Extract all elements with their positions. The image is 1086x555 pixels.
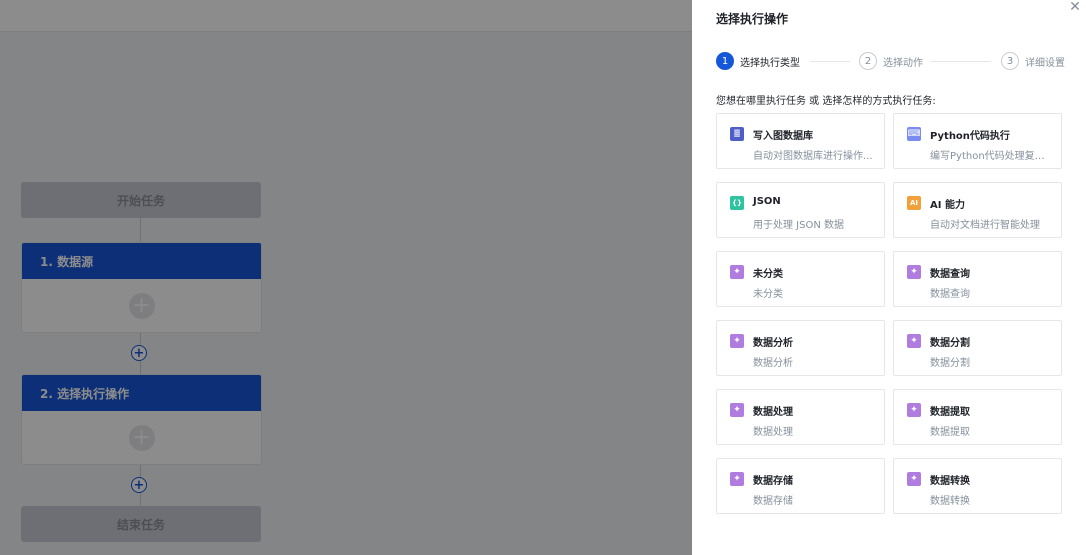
operation-card-title: Python代码执行: [930, 131, 1010, 142]
modal-overlay[interactable]: [0, 0, 692, 555]
operation-card-description: 数据提取: [930, 427, 970, 438]
select-operation-drawer: 选择执行操作 ✕ 1 选择执行类型 2 选择动作 3 详细设置 您想在哪里执行任…: [692, 0, 1086, 555]
step-divider: [810, 61, 850, 62]
step-label: 选择动作: [883, 57, 923, 69]
close-icon[interactable]: ✕: [1068, 0, 1082, 14]
operation-card-description: 数据分析: [753, 358, 793, 369]
operation-card[interactable]: ✦ 未分类 未分类: [716, 251, 885, 307]
operation-card-description: 未分类: [753, 289, 783, 300]
puzzle-icon: ✦: [907, 334, 921, 348]
operation-card-description: 数据存储: [753, 496, 793, 507]
operation-card-title: AI 能力: [930, 200, 965, 211]
step-label: 详细设置: [1025, 57, 1065, 69]
json-icon: {}: [730, 196, 744, 210]
puzzle-icon: ✦: [730, 403, 744, 417]
step-label: 选择执行类型: [740, 57, 800, 69]
operation-card[interactable]: ⌨ Python代码执行编写Python代码处理复杂...: [893, 113, 1062, 169]
operation-card[interactable]: ✦ 数据处理 数据处理: [716, 389, 885, 445]
ai-icon: AI: [907, 196, 921, 210]
operation-card[interactable]: ✦ 数据分割 数据分割: [893, 320, 1062, 376]
puzzle-icon: ✦: [907, 403, 921, 417]
operation-card[interactable]: ✦ 数据分析 数据分析: [716, 320, 885, 376]
operation-card-title: 数据查询: [930, 269, 970, 280]
operation-card-description: 自动对图数据库进行操作...: [753, 151, 873, 162]
step-3: 3 详细设置: [1001, 52, 1065, 70]
operation-card-title: 数据分析: [753, 338, 793, 349]
puzzle-icon: ✦: [730, 472, 744, 486]
operation-card-title: 数据存储: [753, 476, 793, 487]
step-1: 1 选择执行类型: [716, 52, 800, 70]
database-icon: ≣: [730, 127, 744, 141]
operation-card[interactable]: ≣ 写入图数据库自动对图数据库进行操作...: [716, 113, 885, 169]
operation-card[interactable]: ✦ 数据存储 数据存储: [716, 458, 885, 514]
puzzle-icon: ✦: [730, 265, 744, 279]
operation-card-description: 数据查询: [930, 289, 970, 300]
operation-card-title: 数据处理: [753, 407, 793, 418]
step-number: 3: [1001, 52, 1019, 70]
steps-indicator: 1 选择执行类型 2 选择动作 3 详细设置: [716, 52, 1066, 72]
operation-card-title: 数据提取: [930, 407, 970, 418]
operation-card-description: 自动对文档进行智能处理: [930, 220, 1040, 231]
step-divider: [931, 61, 991, 62]
drawer-title: 选择执行操作: [716, 12, 789, 26]
operation-card-title: 数据分割: [930, 338, 970, 349]
operation-card[interactable]: ✦ 数据提取 数据提取: [893, 389, 1062, 445]
code-icon: ⌨: [907, 127, 921, 141]
operation-card-title: 数据转换: [930, 476, 970, 487]
operation-card[interactable]: {} JSON 用于处理 JSON 数据: [716, 182, 885, 238]
step-2: 2 选择动作: [859, 52, 923, 70]
operation-card-description: 数据转换: [930, 496, 970, 507]
operation-card[interactable]: ✦ 数据转换 数据转换: [893, 458, 1062, 514]
operation-card-description: 数据处理: [753, 427, 793, 438]
instruction-text: 您想在哪里执行任务 或 选择怎样的方式执行任务:: [716, 96, 936, 107]
step-number: 1: [716, 52, 734, 70]
puzzle-icon: ✦: [730, 334, 744, 348]
operation-card-title: 写入图数据库: [753, 131, 813, 142]
operation-card-description: 用于处理 JSON 数据: [753, 220, 845, 231]
puzzle-icon: ✦: [907, 472, 921, 486]
step-number: 2: [859, 52, 877, 70]
operation-card[interactable]: AI AI 能力自动对文档进行智能处理: [893, 182, 1062, 238]
operation-card[interactable]: ✦ 数据查询 数据查询: [893, 251, 1062, 307]
operation-card-description: 数据分割: [930, 358, 970, 369]
operation-card-title: JSON: [753, 196, 781, 207]
puzzle-icon: ✦: [907, 265, 921, 279]
operation-card-description: 编写Python代码处理复杂...: [930, 151, 1054, 162]
operation-card-title: 未分类: [753, 269, 783, 280]
